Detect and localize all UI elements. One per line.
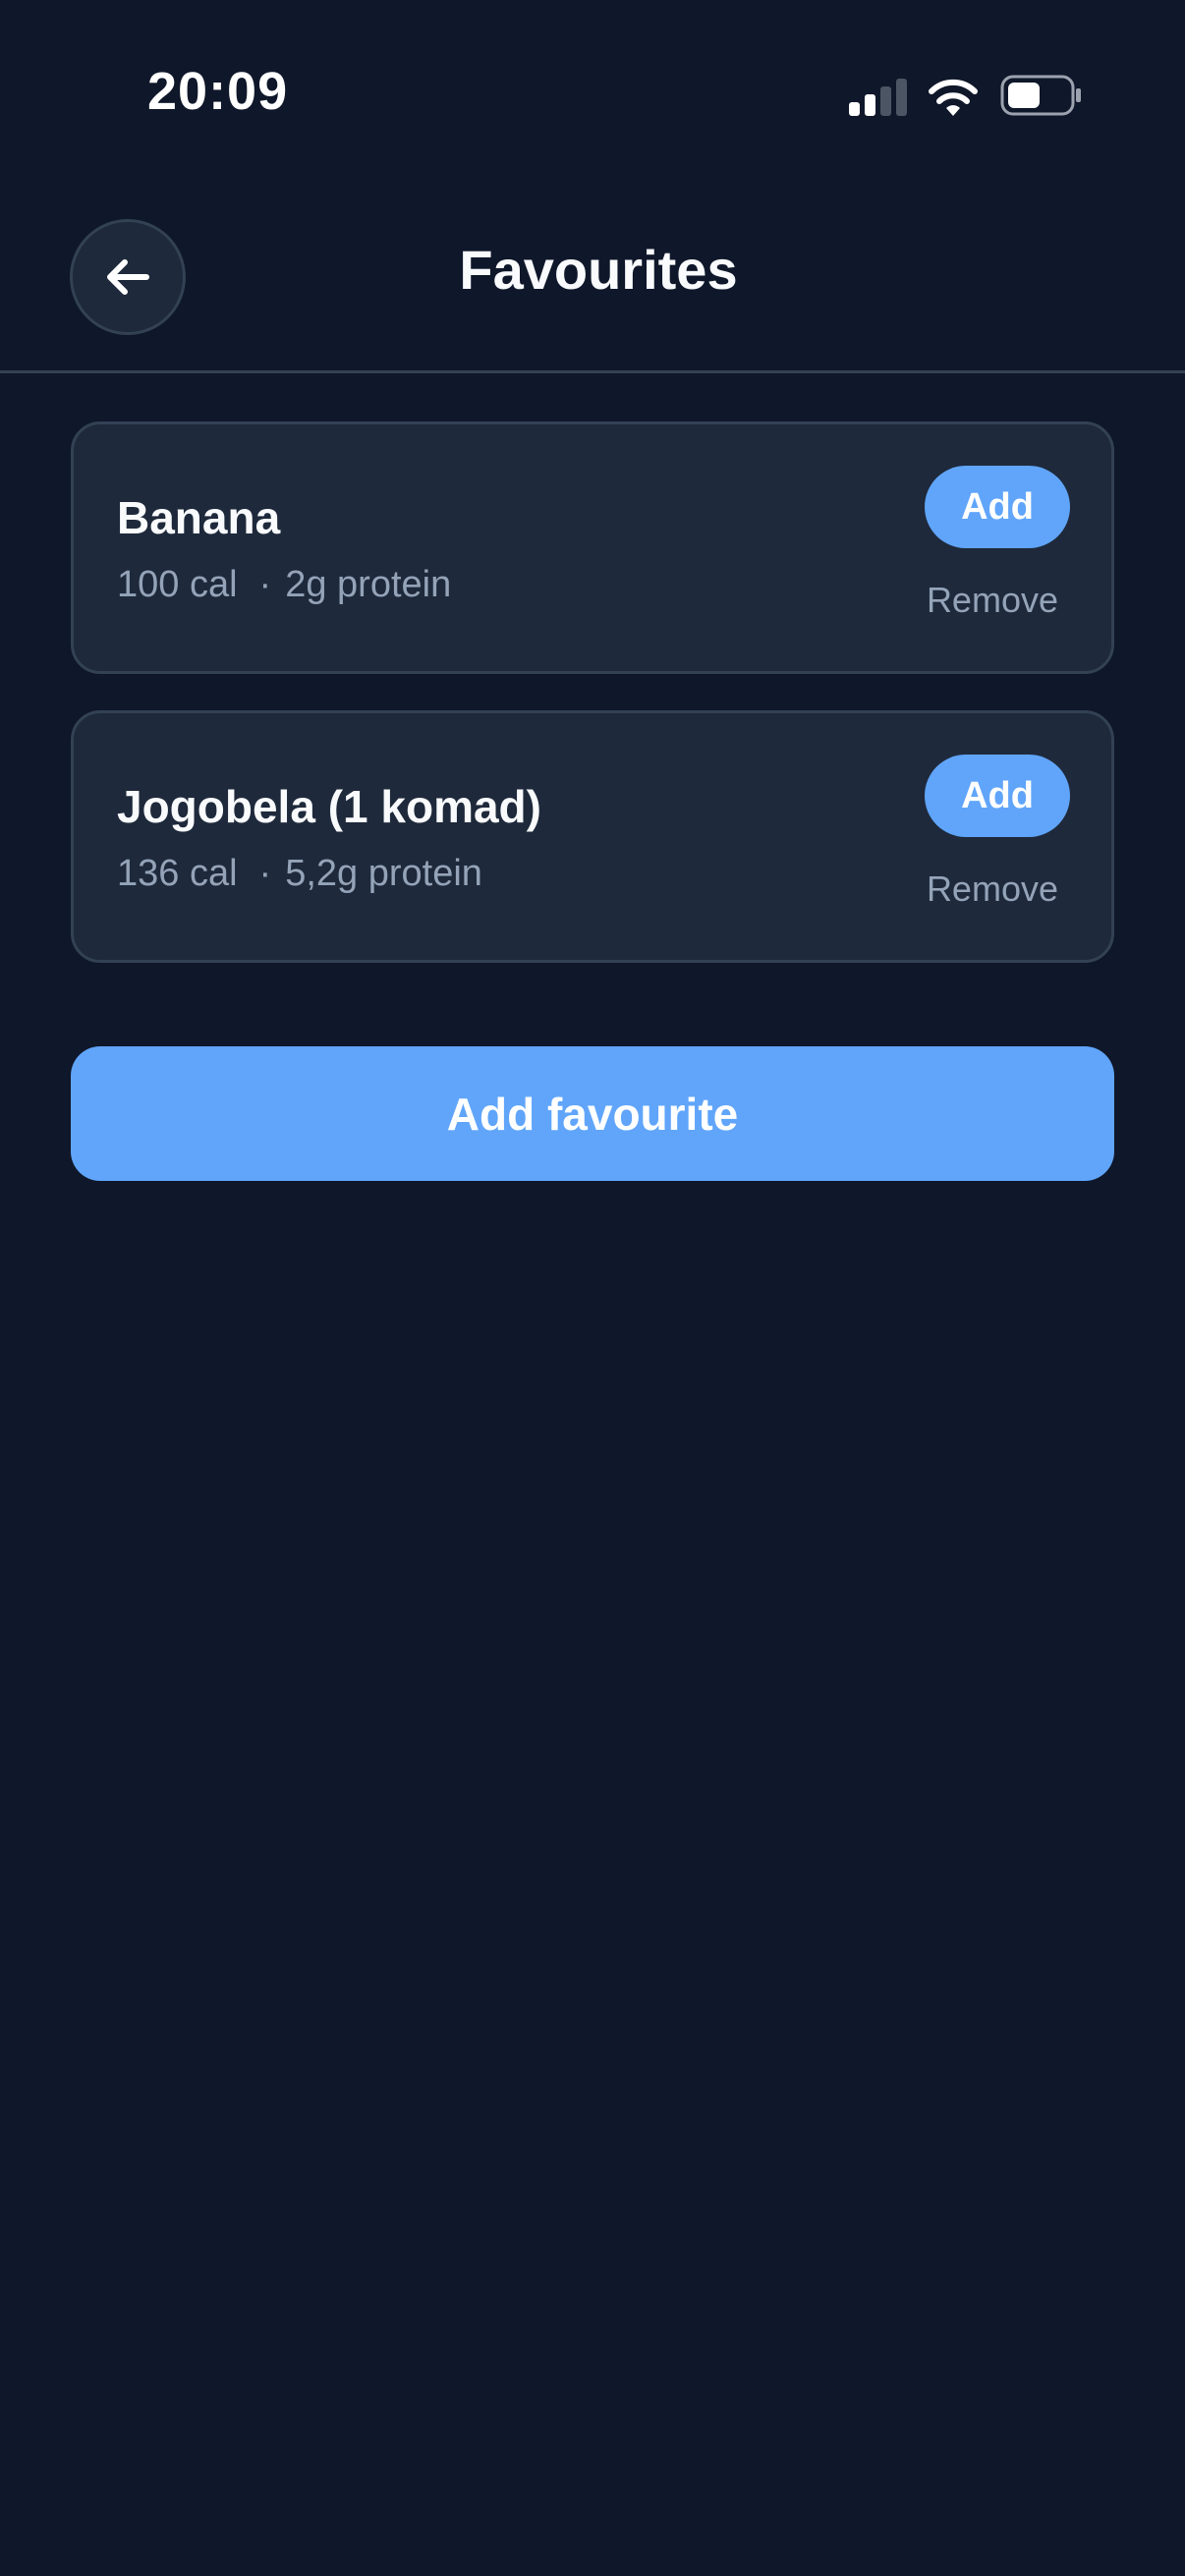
favourite-item: Banana 100 cal · 2g protein Add Remove [71, 421, 1114, 674]
status-bar: 20:09 [0, 0, 1185, 187]
page-title: Favourites [459, 239, 738, 301]
battery-icon [1000, 75, 1081, 116]
meta-separator: · [258, 564, 272, 605]
wifi-icon [929, 79, 978, 116]
favourite-name: Banana [117, 492, 281, 543]
header: Favourites [0, 187, 1185, 373]
meta-separator: · [258, 853, 272, 894]
add-button[interactable]: Add [925, 755, 1070, 837]
favourite-calories: 100 cal [117, 564, 238, 605]
remove-button[interactable]: Remove [927, 868, 1058, 910]
favourite-name: Jogobela (1 komad) [117, 781, 541, 832]
add-button[interactable]: Add [925, 466, 1070, 548]
favourite-protein: 2g protein [285, 564, 452, 605]
favourite-calories: 136 cal [117, 853, 238, 894]
status-time: 20:09 [147, 62, 289, 121]
favourite-item: Jogobela (1 komad) 136 cal · 5,2g protein … [71, 710, 1114, 963]
add-favourite-button[interactable]: Add favourite [71, 1046, 1114, 1181]
favourite-nutrition: 136 cal · 5,2g protein [117, 853, 482, 895]
remove-button[interactable]: Remove [927, 580, 1058, 621]
favourite-protein: 5,2g protein [285, 853, 482, 894]
favourites-list: Banana 100 cal · 2g protein Add Remove Jog… [71, 421, 1114, 999]
signal-icon [849, 79, 907, 116]
favourite-nutrition: 100 cal · 2g protein [117, 564, 451, 606]
